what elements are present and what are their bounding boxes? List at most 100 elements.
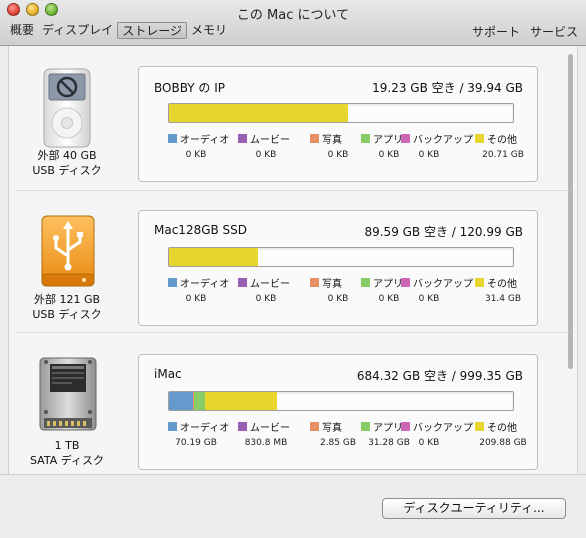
storage-card: BOBBY の IP 19.23 GB 空き / 39.94 GB オーディオ 0… xyxy=(138,66,538,182)
legend-label: 写真 xyxy=(322,279,342,290)
legend-item-movies: ムービー 0 KB xyxy=(238,275,294,311)
legend-value: 0 KB xyxy=(185,150,207,160)
usage-legend: オーディオ 0 KB ムービー 0 KB 写真 0 KB アプリ 0 KB バックアップ 0 KB… xyxy=(168,275,528,315)
legend-item-audio: オーディオ 0 KB xyxy=(168,275,229,311)
legend-swatch xyxy=(168,422,177,431)
device-label-line1: 外部 40 GB xyxy=(37,149,97,162)
title-bar: この Mac について 概要 ディスプレイ ストレージ メモリ サポート サービ… xyxy=(0,0,586,46)
device-label-line1: 外部 121 GB xyxy=(33,293,101,306)
legend-item-other: その他 31.4 GB xyxy=(475,275,531,311)
device-label-line2: USB ディスク xyxy=(32,164,102,177)
tab-overview[interactable]: 概要 xyxy=(6,22,38,39)
legend-label: アプリ xyxy=(373,279,403,290)
capacity-text: 89.59 GB 空き / 120.99 GB xyxy=(364,225,523,239)
legend-label: オーディオ xyxy=(180,135,230,146)
legend-item-backups: バックアップ 0 KB xyxy=(401,131,473,167)
legend-label: ムービー xyxy=(250,279,290,290)
storage-card: Mac128GB SSD 89.59 GB 空き / 120.99 GB オーデ… xyxy=(138,210,538,326)
legend-value: 70.19 GB xyxy=(175,438,217,448)
disk-utility-button[interactable]: ディスクユーティリティ... xyxy=(382,498,566,519)
legend-value: 0 KB xyxy=(327,150,349,160)
service-link[interactable]: サービス xyxy=(530,23,578,40)
legend-value: 0 KB xyxy=(418,294,440,304)
divider xyxy=(17,332,569,333)
storage-list[interactable]: 外部 40 GB USB ディスク BOBBY の IP 19.23 GB 空き… xyxy=(8,46,578,474)
legend-item-other: その他 20.71 GB xyxy=(475,131,531,167)
legend-item-audio: オーディオ 70.19 GB xyxy=(168,419,229,455)
legend-swatch xyxy=(168,134,177,143)
usb-drive-icon xyxy=(34,212,102,296)
tab-displays[interactable]: ディスプレイ xyxy=(38,22,117,39)
device-section: 1 TB SATA ディスク iMac 684.32 GB 空き / 999.3… xyxy=(9,334,569,474)
legend-label: 写真 xyxy=(322,423,342,434)
device-label-line2: USB ディスク xyxy=(32,308,102,321)
usage-bar xyxy=(168,103,514,123)
legend-swatch xyxy=(475,278,484,287)
usage-segment-apps xyxy=(194,392,205,410)
legend-item-photos: 写真 2.85 GB xyxy=(310,419,366,455)
legend-value: 0 KB xyxy=(327,294,349,304)
tab-storage[interactable]: ストレージ xyxy=(117,22,187,39)
legend-label: オーディオ xyxy=(180,279,230,290)
usage-legend: オーディオ 70.19 GB ムービー 830.8 MB 写真 2.85 GB アプリ 31.… xyxy=(168,419,528,459)
legend-label: バックアップ xyxy=(413,423,473,434)
legend-label: バックアップ xyxy=(413,279,473,290)
legend-swatch xyxy=(401,134,410,143)
usage-segment-other xyxy=(169,248,258,266)
legend-label: ムービー xyxy=(250,135,290,146)
footer: ディスクユーティリティ... xyxy=(0,474,586,538)
legend-swatch xyxy=(238,134,247,143)
legend-label: ムービー xyxy=(250,423,290,434)
device-section: 外部 121 GB USB ディスク Mac128GB SSD 89.59 GB… xyxy=(9,190,569,333)
volume-name: Mac128GB SSD xyxy=(154,223,248,237)
legend-label: その他 xyxy=(487,423,517,434)
legend-label: オーディオ xyxy=(180,423,230,434)
legend-value: 20.71 GB xyxy=(482,150,524,160)
legend-value: 0 KB xyxy=(255,294,277,304)
legend-label: バックアップ xyxy=(413,135,473,146)
legend-value: 2.85 GB xyxy=(319,438,357,448)
legend-swatch xyxy=(238,422,247,431)
device-label-line1: 1 TB xyxy=(54,439,80,452)
legend-swatch xyxy=(310,278,319,287)
window-title: この Mac について xyxy=(236,8,350,23)
legend-item-backups: バックアップ 0 KB xyxy=(401,419,473,455)
legend-label: その他 xyxy=(487,135,517,146)
legend-swatch xyxy=(310,422,319,431)
legend-label: 写真 xyxy=(322,135,342,146)
support-link[interactable]: サポート xyxy=(472,23,520,40)
device-label-line2: SATA ディスク xyxy=(30,454,104,467)
legend-item-photos: 写真 0 KB xyxy=(310,275,366,311)
legend-item-audio: オーディオ 0 KB xyxy=(168,131,229,167)
usage-bar xyxy=(168,391,514,411)
legend-swatch xyxy=(361,422,370,431)
capacity-text: 684.32 GB 空き / 999.35 GB xyxy=(356,369,523,383)
legend-label: アプリ xyxy=(373,135,403,146)
legend-item-photos: 写真 0 KB xyxy=(310,131,366,167)
legend-swatch xyxy=(475,422,484,431)
legend-swatch xyxy=(238,278,247,287)
tab-memory[interactable]: メモリ xyxy=(187,22,231,39)
storage-card: iMac 684.32 GB 空き / 999.35 GB オーディオ 70.19… xyxy=(138,354,538,470)
usage-legend: オーディオ 0 KB ムービー 0 KB 写真 0 KB アプリ 0 KB バックアップ 0 KB… xyxy=(168,131,528,171)
tab-bar: 概要 ディスプレイ ストレージ メモリ xyxy=(6,22,231,39)
legend-value: 830.8 MB xyxy=(244,438,288,448)
legend-value: 0 KB xyxy=(185,294,207,304)
legend-swatch xyxy=(361,278,370,287)
hard-disk-icon xyxy=(34,352,102,436)
usage-bar xyxy=(168,247,514,267)
legend-swatch xyxy=(168,278,177,287)
legend-item-backups: バックアップ 0 KB xyxy=(401,275,473,311)
device-section: 外部 40 GB USB ディスク BOBBY の IP 19.23 GB 空き… xyxy=(9,46,569,191)
legend-item-movies: ムービー 0 KB xyxy=(238,131,294,167)
usage-segment-other xyxy=(169,104,348,122)
legend-swatch xyxy=(401,278,410,287)
legend-item-other: その他 209.88 GB xyxy=(475,419,531,455)
ipod-icon xyxy=(34,68,102,152)
legend-swatch xyxy=(361,134,370,143)
legend-label: アプリ xyxy=(373,423,403,434)
legend-value: 209.88 GB xyxy=(479,438,527,448)
legend-swatch xyxy=(401,422,410,431)
legend-swatch xyxy=(310,134,319,143)
capacity-text: 19.23 GB 空き / 39.94 GB xyxy=(372,81,523,95)
